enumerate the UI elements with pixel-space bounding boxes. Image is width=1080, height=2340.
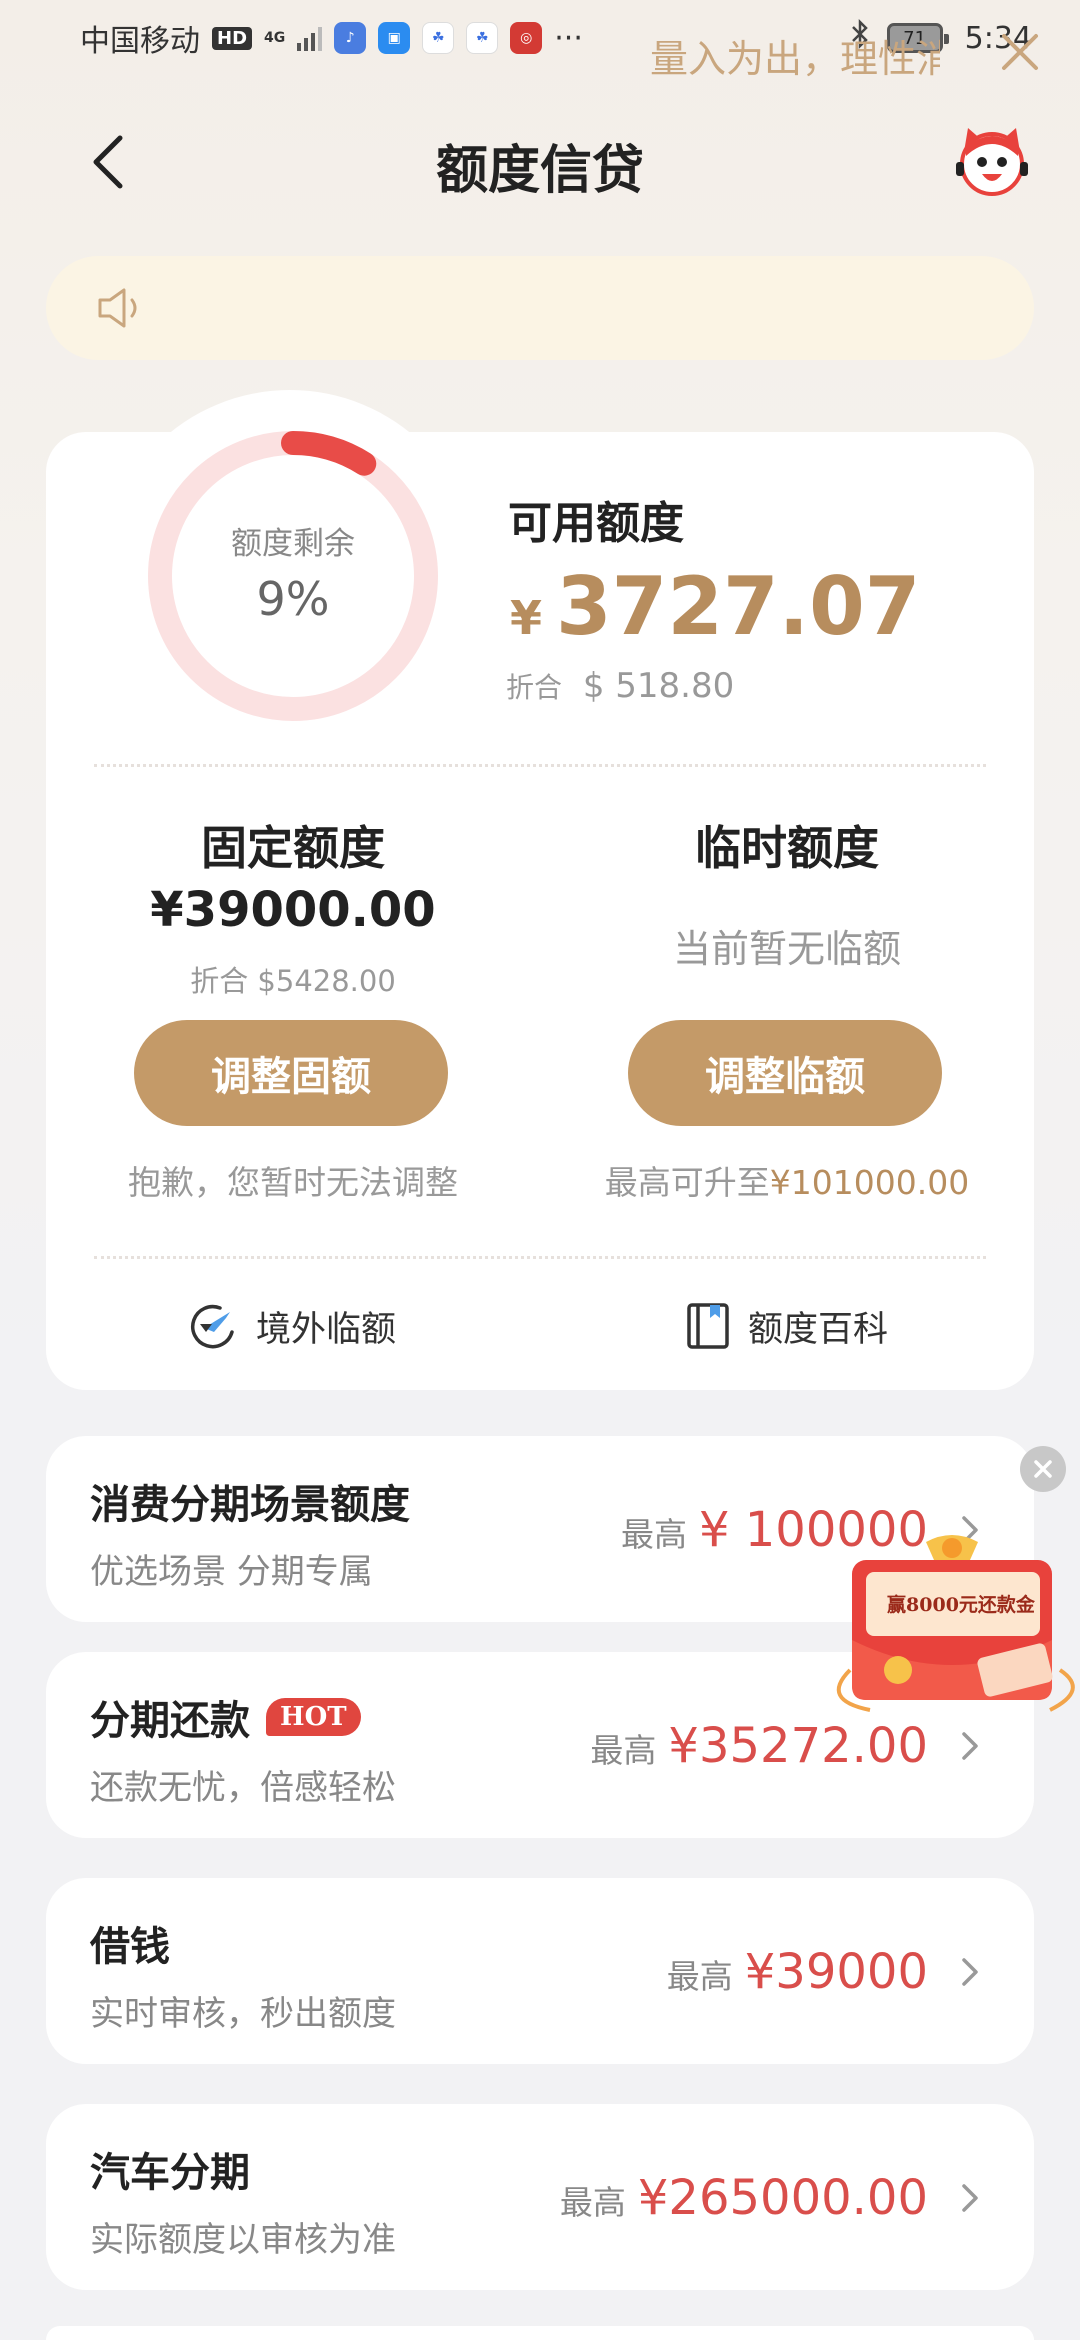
usd-prefix: 折合 <box>506 671 563 704</box>
temp-quota-max-amount: ¥101000.00 <box>769 1163 970 1202</box>
list-item-subtitle: 优选场景 分期专属 <box>90 1552 373 1592</box>
list-item-prefix: 最高 <box>620 1515 687 1554</box>
ring-label: 额度剩余 <box>231 526 355 562</box>
list-item-car-installment[interactable]: 汽车分期 实际额度以审核为准 最高 ¥265000.00 <box>46 2104 1034 2290</box>
list-item-prefix: 最高 <box>559 2183 626 2222</box>
adjust-fixed-quota-button[interactable]: 调整固额 <box>134 1020 448 1126</box>
notice-banner <box>46 256 1034 360</box>
overseas-temp-quota-label: 境外临额 <box>256 1309 397 1350</box>
signal-icon <box>297 25 323 51</box>
list-item-next[interactable] <box>46 2326 1034 2340</box>
page-title: 额度信贷 <box>435 141 644 201</box>
notice-close-button[interactable] <box>996 28 1044 76</box>
speaker-icon <box>98 288 137 328</box>
plane-globe-icon <box>191 1304 234 1349</box>
available-credit-label: 可用额度 <box>508 498 684 549</box>
list-item-prefix: 最高 <box>590 1731 657 1770</box>
close-icon <box>1034 1460 1052 1478</box>
red-packet-promo[interactable] <box>830 1520 1080 1720</box>
available-usd: 折合 $ 518.80 <box>506 666 734 706</box>
temp-quota-note: 最高可升至¥101000.00 <box>540 1156 1034 1204</box>
cat-mascot-icon <box>956 128 1028 196</box>
list-item-amount: ¥265000.00 <box>637 2170 928 2226</box>
currency-symbol: ¥ <box>510 591 543 645</box>
fixed-quota-usd: 折合 $5428.00 <box>190 964 396 998</box>
chevron-right-icon <box>962 1958 978 1986</box>
list-item-subtitle: 实时审核，秒出额度 <box>90 1994 396 2034</box>
app-notification-icon: ▣ <box>378 22 411 54</box>
network-type: 4G <box>264 30 286 46</box>
temp-quota-status: 当前暂无临额 <box>672 927 901 971</box>
red-envelope-icon <box>836 1535 1075 1712</box>
list-item-amount-group: 最高 ¥35272.00 <box>590 1718 984 1774</box>
list-item-amount: ¥35272.00 <box>668 1718 928 1774</box>
available-credit-amount: ¥ 3727.07 <box>510 560 920 653</box>
close-icon <box>1002 34 1038 70</box>
promo-close-button[interactable] <box>1020 1446 1066 1492</box>
list-item-title: 分期还款 <box>90 1698 250 1744</box>
usd-amount: $ 518.80 <box>582 666 735 706</box>
carrier-name: 中国移动 <box>80 24 200 59</box>
ring-percent: 9% <box>256 572 330 626</box>
baidu-icon-2: ☘ <box>466 22 499 54</box>
list-item-amount: ¥39000 <box>744 1944 928 2000</box>
notice-text: 量入为出，理性消费 <box>650 37 940 81</box>
list-item-amount-group: 最高 ¥39000 <box>667 1944 984 2000</box>
title-bar: 额度信贷 <box>0 110 1080 210</box>
assistant-mascot-button[interactable] <box>952 122 1032 202</box>
adjust-temp-quota-button[interactable]: 调整临额 <box>628 1020 942 1126</box>
divider <box>94 1256 986 1259</box>
list-item-subtitle: 还款无忧，倍感轻松 <box>90 1768 396 1808</box>
hot-badge: HOT <box>266 1698 361 1736</box>
available-amount-value: 3727.07 <box>556 560 921 653</box>
chevron-right-icon <box>962 2184 978 2212</box>
list-item-amount-group: 最高 ¥265000.00 <box>560 2170 984 2226</box>
music-app-icon: ♪ <box>334 22 367 54</box>
list-item-borrow-money[interactable]: 借钱 实时审核，秒出额度 最高 ¥39000 <box>46 1878 1034 2064</box>
overseas-temp-quota-link[interactable]: 境外临额 <box>190 1296 396 1356</box>
list-item-title-group: 分期还款 HOT <box>90 1688 361 1746</box>
list-item-prefix: 最高 <box>666 1957 733 1996</box>
list-item-subtitle: 实际额度以审核为准 <box>90 2220 396 2260</box>
fixed-quota-note: 抱歉，您暂时无法调整 <box>128 1163 458 1202</box>
list-item-title: 汽车分期 <box>90 2150 250 2196</box>
more-notifications: ··· <box>554 20 583 56</box>
bank-app-icon: ◎ <box>510 22 543 54</box>
credit-encyclopedia-link[interactable]: 额度百科 <box>686 1296 888 1356</box>
temp-quota-note-prefix: 最高可升至 <box>604 1163 770 1202</box>
book-icon <box>687 1303 729 1349</box>
promo-text: 赢8000元还款金 <box>887 1594 1035 1616</box>
fixed-quota-title: 固定额度 <box>201 821 385 875</box>
temp-quota-title: 临时额度 <box>695 821 879 875</box>
divider <box>94 764 986 767</box>
baidu-icon: ☘ <box>422 22 455 54</box>
hd-badge: HD <box>212 26 253 50</box>
list-item-title: 消费分期场景额度 <box>90 1482 410 1528</box>
fixed-quota-amount: ¥39000.00 <box>150 882 436 938</box>
list-item-title: 借钱 <box>90 1924 170 1970</box>
credit-encyclopedia-label: 额度百科 <box>748 1309 889 1350</box>
chevron-right-icon <box>962 1732 978 1760</box>
